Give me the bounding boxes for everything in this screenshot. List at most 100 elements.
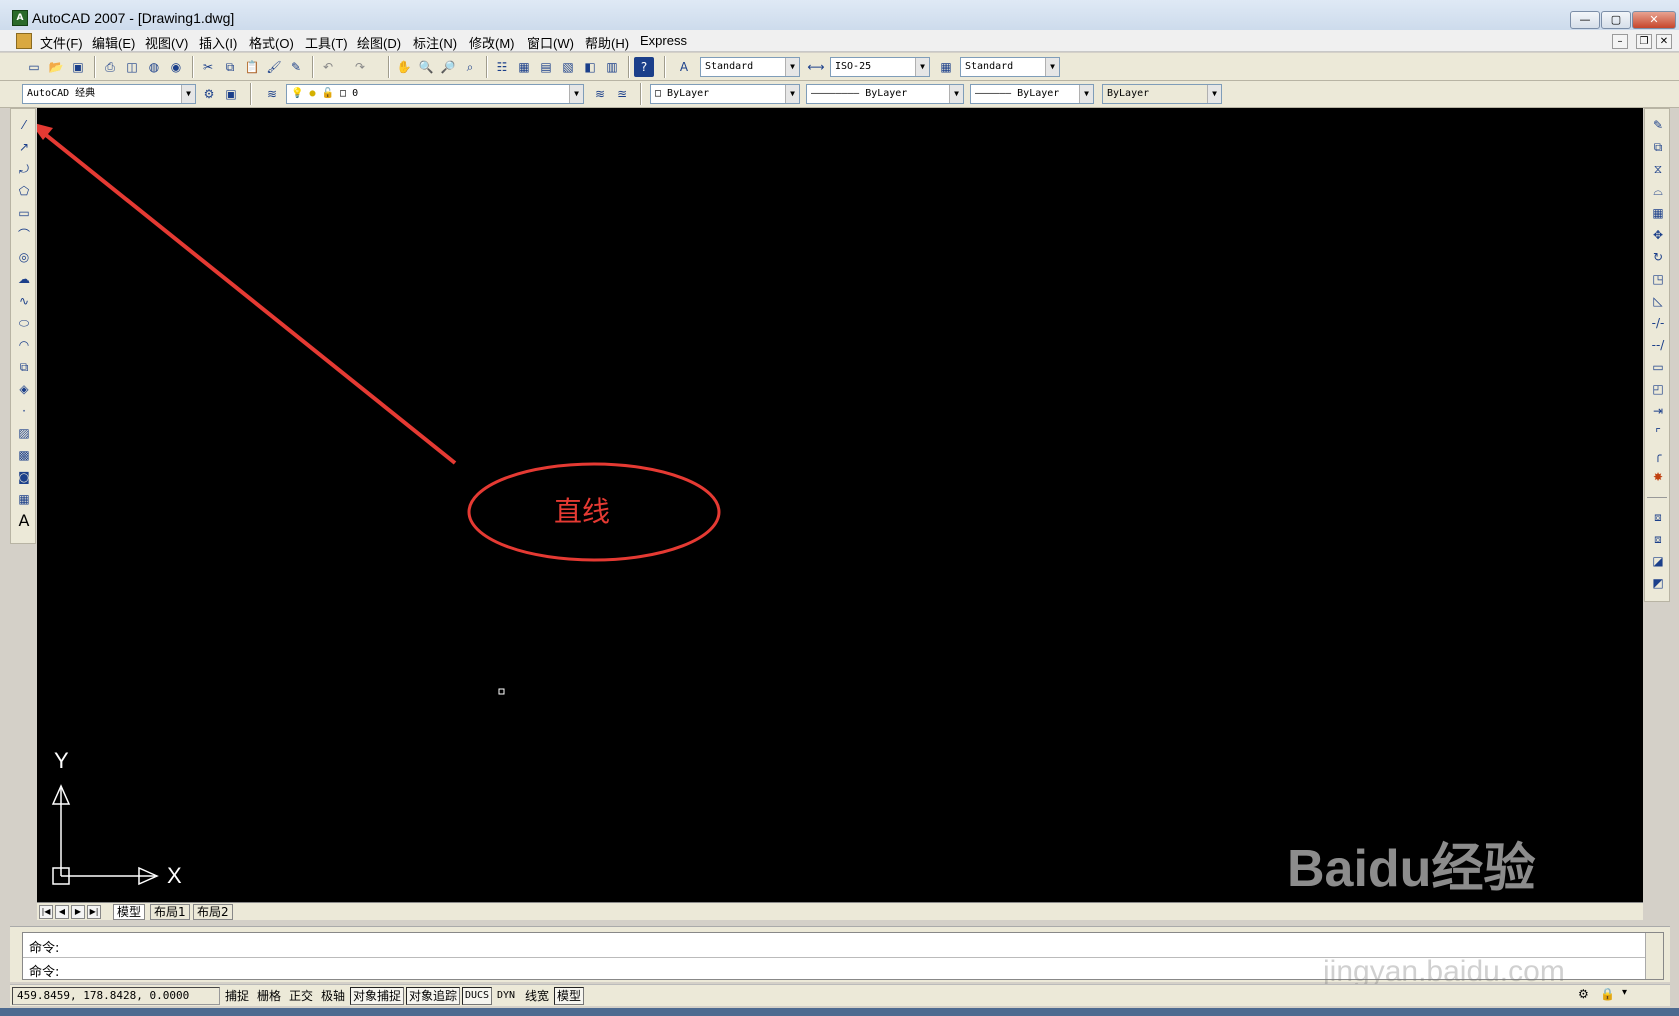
document-icon[interactable] [16,33,32,49]
color-select[interactable]: □ ByLayer ▼ [650,84,800,104]
menu-modify[interactable]: 修改(M) [469,33,515,52]
lock-icon[interactable]: 🔒 [1600,987,1616,1005]
text-style-select[interactable]: Standard ▼ [700,57,800,77]
block-editor-icon[interactable]: ✎ [286,57,306,77]
fillet-icon[interactable]: ╭ [1648,445,1668,465]
offset-icon[interactable]: ⌓ [1648,181,1668,201]
dyn-toggle[interactable]: DYN [494,987,519,1005]
plot-icon[interactable]: ⎙ [100,57,120,77]
polygon-icon[interactable]: ⬠ [14,181,34,201]
construction-line-icon[interactable]: ↗ [14,137,34,157]
array-icon[interactable]: ▦ [1648,203,1668,223]
mdi-minimize-button[interactable]: – [1612,34,1628,49]
paste-icon[interactable]: 📋 [242,57,262,77]
menu-help[interactable]: 帮助(H) [585,33,629,52]
table-icon[interactable]: ▦ [14,489,34,509]
communication-center-icon[interactable]: ⚙ [1578,987,1594,1005]
open-icon[interactable]: 📂 [46,57,66,77]
send-to-back-icon[interactable]: ⧈ [1648,529,1668,549]
revision-cloud-icon[interactable]: ☁ [14,269,34,289]
dimension-style-icon[interactable]: ⟷ [806,57,826,77]
design-center-icon[interactable]: ▦ [514,57,534,77]
break-at-point-icon[interactable]: ▭ [1648,357,1668,377]
explode-icon[interactable]: ✸ [1648,467,1668,487]
minimize-button[interactable]: — [1570,11,1600,29]
line-icon[interactable]: ⁄ [14,115,34,135]
plotstyle-select[interactable]: ByLayer ▼ [1102,84,1222,104]
3d-dwf-icon[interactable]: ◉ [166,57,186,77]
next-tab-icon[interactable]: ▶ [71,905,85,919]
tool-palettes-icon[interactable]: ▤ [536,57,556,77]
coordinate-display[interactable]: 459.8459, 178.8428, 0.0000 [12,987,220,1005]
my-workspace-icon[interactable]: ▣ [221,84,241,104]
send-under-icon[interactable]: ◩ [1648,573,1668,593]
properties-icon[interactable]: ☷ [492,57,512,77]
menu-tools[interactable]: 工具(T) [305,33,348,52]
menu-file[interactable]: 文件(F) [40,33,83,52]
tab-model[interactable]: 模型 [113,904,146,920]
extend-icon[interactable]: --/ [1648,335,1668,355]
table-style-icon[interactable]: ▦ [936,57,956,77]
command-scrollbar[interactable] [1645,933,1663,979]
redo-icon[interactable]: ↷ [350,57,370,77]
copy-icon[interactable]: ⧉ [220,57,240,77]
make-object-layer-current-icon[interactable]: ≋ [590,84,610,104]
break-icon[interactable]: ◰ [1648,379,1668,399]
sheet-set-icon[interactable]: ▧ [558,57,578,77]
cut-icon[interactable]: ✂ [198,57,218,77]
ellipse-arc-icon[interactable]: ◠ [14,335,34,355]
otrack-toggle[interactable]: 对象追踪 [406,987,461,1005]
bring-to-front-icon[interactable]: ⧈ [1648,507,1668,527]
command-window[interactable]: 命令: 命令: jingyan.baidu.com [22,932,1664,988]
ortho-toggle[interactable]: 正交 [286,987,317,1005]
ellipse-icon[interactable]: ⬭ [14,313,34,333]
plot-preview-icon[interactable]: ◫ [122,57,142,77]
trim-icon[interactable]: -/- [1648,313,1668,333]
join-icon[interactable]: ⇥ [1648,401,1668,421]
table-style-select[interactable]: Standard ▼ [960,57,1060,77]
rectangle-icon[interactable]: ▭ [14,203,34,223]
drawing-canvas[interactable]: 直线 Y X Baidu经验 [37,108,1643,902]
menu-format[interactable]: 格式(O) [249,33,294,52]
workspace-settings-icon[interactable]: ⚙ [199,84,219,104]
erase-icon[interactable]: ✎ [1648,115,1668,135]
stretch-icon[interactable]: ◺ [1648,291,1668,311]
first-tab-icon[interactable]: |◀ [39,905,53,919]
zoom-previous-icon[interactable]: ⌕ [460,57,480,77]
save-icon[interactable]: ▣ [68,57,88,77]
circle-icon[interactable]: ◎ [14,247,34,267]
undo-icon[interactable]: ↶ [318,57,338,77]
close-button[interactable]: ✕ [1632,11,1676,29]
layer-previous-icon[interactable]: ≊ [612,84,632,104]
prev-tab-icon[interactable]: ◀ [55,905,69,919]
markup-icon[interactable]: ◧ [580,57,600,77]
calculator-icon[interactable]: ▥ [602,57,622,77]
last-tab-icon[interactable]: ▶| [87,905,101,919]
mdi-close-button[interactable]: ✕ [1656,34,1672,49]
layer-manager-icon[interactable]: ≋ [262,84,282,104]
autocad-app-icon[interactable]: A [12,10,28,26]
mdi-restore-button[interactable]: ❐ [1636,34,1652,49]
move-icon[interactable]: ✥ [1648,225,1668,245]
hatch-icon[interactable]: ▨ [14,423,34,443]
model-toggle[interactable]: 模型 [554,987,585,1005]
layer-select[interactable]: 💡 ● 🔓 □ 0 ▼ [286,84,584,104]
insert-block-icon[interactable]: ⧉ [14,357,34,377]
menu-draw[interactable]: 绘图(D) [357,33,401,52]
match-properties-icon[interactable]: 🖌 [264,57,284,77]
polar-toggle[interactable]: 极轴 [318,987,349,1005]
maximize-button[interactable]: ▢ [1601,11,1631,29]
menu-window[interactable]: 窗口(W) [527,33,574,52]
zoom-realtime-icon[interactable]: 🔍 [416,57,436,77]
zoom-window-icon[interactable]: 🔎 [438,57,458,77]
menu-edit[interactable]: 编辑(E) [92,33,135,52]
spline-icon[interactable]: ∿ [14,291,34,311]
publish-icon[interactable]: ◍ [144,57,164,77]
make-block-icon[interactable]: ◈ [14,379,34,399]
status-menu-chevron-icon[interactable]: ▾ [1622,987,1636,1005]
lineweight-toggle[interactable]: 线宽 [522,987,553,1005]
grid-toggle[interactable]: 栅格 [254,987,285,1005]
tab-layout2[interactable]: 布局2 [193,904,233,920]
arc-icon[interactable]: ⌒ [14,225,34,245]
menu-express[interactable]: Express [640,33,687,48]
